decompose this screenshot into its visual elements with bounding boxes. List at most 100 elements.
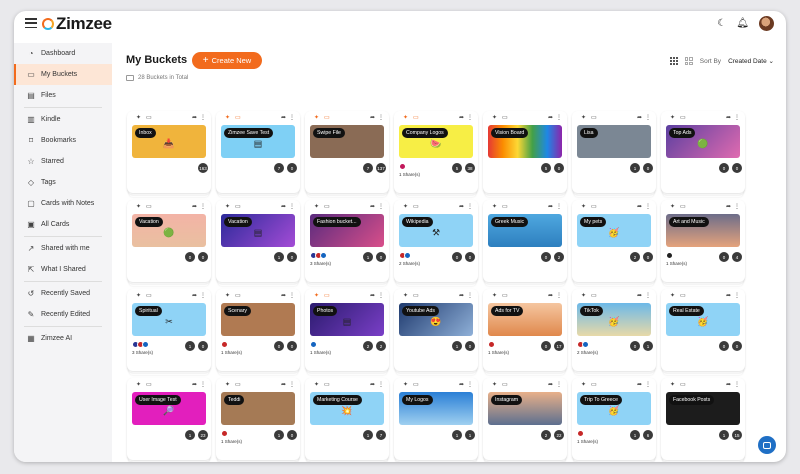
bucket-card[interactable]: ✦ ▭ ➦ ⋮ Teddi 1 Share(s) 1 0 [216,378,300,460]
bucket-thumbnail[interactable]: Instagram [488,392,562,425]
bucket-icon[interactable]: ▭ [591,292,597,299]
bucket-icon[interactable]: ▭ [591,381,597,388]
bucket-thumbnail[interactable]: Swipe File [310,125,384,158]
bucket-card[interactable]: ✦ ▭ ➦ ⋮ Real Estate 🥳 0 0 [661,289,745,371]
more-icon[interactable]: ⋮ [556,381,562,388]
more-icon[interactable]: ⋮ [734,203,740,210]
bucket-icon[interactable]: ▭ [235,292,241,299]
share-icon[interactable]: ➦ [548,203,553,210]
bucket-card[interactable]: ✦ ▭ ➦ ⋮ Trip To Greece 🥳 1 Share(s) 1 6 [572,378,656,460]
bucket-icon[interactable]: ▭ [235,203,241,210]
bucket-card[interactable]: ✦ ▭ ➦ ⋮ Vacation 🟢 0 0 [127,200,211,282]
more-icon[interactable]: ⋮ [467,292,473,299]
sidebar-item-dashboard[interactable]: ◔ Dashboard [14,43,112,64]
bucket-card[interactable]: ✦ ▭ ➦ ⋮ Wikipedia ⚒ 2 Share(s) 0 0 [394,200,478,282]
bucket-thumbnail[interactable]: Fashion bucket... [310,214,384,247]
sidebar-item-all-cards[interactable]: ▣ All Cards [14,214,112,235]
pin-icon[interactable]: ✦ [403,114,408,121]
bucket-thumbnail[interactable]: Lisa [577,125,651,158]
bucket-icon[interactable]: ▭ [502,114,508,121]
bucket-card[interactable]: ✦ ▭ ➦ ⋮ My Logos 1 1 [394,378,478,460]
bucket-card[interactable]: ✦ ▭ ➦ ⋮ Fashion bucket... 3 Share(s) 1 0 [305,200,389,282]
bucket-thumbnail[interactable]: Wikipedia ⚒ [399,214,473,247]
bucket-card[interactable]: ✦ ▭ ➦ ⋮ Facebook Posts 1 15 [661,378,745,460]
bucket-thumbnail[interactable]: Photos ▤ [310,303,384,336]
bucket-card[interactable]: ✦ ▭ ➦ ⋮ Spiritual ✂ 3 Share(s) 1 0 [127,289,211,371]
bucket-thumbnail[interactable]: Trip To Greece 🥳 [577,392,651,425]
more-icon[interactable]: ⋮ [467,114,473,121]
bucket-card[interactable]: ✦ ▭ ➦ ⋮ Ads for TV 1 Share(s) 0 17 [483,289,567,371]
share-icon[interactable]: ➦ [281,203,286,210]
pin-icon[interactable]: ✦ [492,381,497,388]
pin-icon[interactable]: ✦ [581,203,586,210]
sidebar-item-tags[interactable]: ◇ Tags [14,172,112,193]
pin-icon[interactable]: ✦ [492,114,497,121]
sort-dropdown[interactable]: Created Date ⌄ [728,57,774,65]
share-icon[interactable]: ➦ [370,292,375,299]
more-icon[interactable]: ⋮ [645,114,651,121]
bucket-card[interactable]: ✦ ▭ ➦ ⋮ Art and Music 1 Share(s) 0 4 [661,200,745,282]
share-icon[interactable]: ➦ [192,381,197,388]
bucket-thumbnail[interactable]: My pets 🥳 [577,214,651,247]
pin-icon[interactable]: ✦ [403,381,408,388]
pin-icon[interactable]: ✦ [136,381,141,388]
share-icon[interactable]: ➦ [281,114,286,121]
pin-icon[interactable]: ✦ [225,292,230,299]
bucket-card[interactable]: ✦ ▭ ➦ ⋮ Greek Music 0 2 [483,200,567,282]
bucket-icon[interactable]: ▭ [591,114,597,121]
sidebar-item-recently-edited[interactable]: ✎ Recently Edited [14,304,112,325]
bucket-thumbnail[interactable]: My Logos [399,392,473,425]
bucket-thumbnail[interactable]: Marketing Course 💥 [310,392,384,425]
more-icon[interactable]: ⋮ [556,114,562,121]
sidebar-item-recently-saved[interactable]: ↺ Recently Saved [14,283,112,304]
share-icon[interactable]: ➦ [726,203,731,210]
app-logo[interactable]: Zimzee [42,14,112,34]
more-icon[interactable]: ⋮ [378,114,384,121]
more-icon[interactable]: ⋮ [289,381,295,388]
pin-icon[interactable]: ✦ [136,292,141,299]
bucket-icon[interactable]: ▭ [413,381,419,388]
share-icon[interactable]: ➦ [726,114,731,121]
share-icon[interactable]: ➦ [192,203,197,210]
sidebar-item-files[interactable]: ▤ Files [14,85,112,106]
sidebar-item-what-i-shared[interactable]: ⇱ What I Shared [14,259,112,280]
bucket-thumbnail[interactable]: Art and Music [666,214,740,247]
share-icon[interactable]: ➦ [192,114,197,121]
bucket-icon[interactable]: ▭ [235,114,241,121]
pin-icon[interactable]: ✦ [581,381,586,388]
bucket-thumbnail[interactable]: Company Logos 🍉 [399,125,473,158]
share-icon[interactable]: ➦ [281,292,286,299]
bucket-icon[interactable]: ▭ [324,114,330,121]
pin-icon[interactable]: ✦ [670,114,675,121]
pin-icon[interactable]: ✦ [314,381,319,388]
more-icon[interactable]: ⋮ [200,114,206,121]
bucket-icon[interactable]: ▭ [146,292,152,299]
more-icon[interactable]: ⋮ [556,203,562,210]
create-new-button[interactable]: + Create New [192,52,262,69]
bucket-icon[interactable]: ▭ [324,203,330,210]
bucket-icon[interactable]: ▭ [146,203,152,210]
share-icon[interactable]: ➦ [637,114,642,121]
bucket-thumbnail[interactable]: Vision Board [488,125,562,158]
large-grid-view-icon[interactable] [684,57,693,65]
pin-icon[interactable]: ✦ [136,203,141,210]
more-icon[interactable]: ⋮ [200,203,206,210]
share-icon[interactable]: ➦ [459,114,464,121]
more-icon[interactable]: ⋮ [289,114,295,121]
share-icon[interactable]: ➦ [459,203,464,210]
pin-icon[interactable]: ✦ [314,292,319,299]
bucket-thumbnail[interactable]: Top Ads 🟢 [666,125,740,158]
chat-button[interactable] [758,436,776,454]
bucket-card[interactable]: ✦ ▭ ➦ ⋮ My pets 🥳 2 0 [572,200,656,282]
bucket-card[interactable]: ✦ ▭ ➦ ⋮ Youtube Ads 😍 1 0 [394,289,478,371]
more-icon[interactable]: ⋮ [645,381,651,388]
share-icon[interactable]: ➦ [370,114,375,121]
more-icon[interactable]: ⋮ [467,203,473,210]
moon-icon[interactable]: ☾ [717,18,726,29]
share-icon[interactable]: ➦ [637,292,642,299]
bucket-thumbnail[interactable]: Scenary [221,303,295,336]
pin-icon[interactable]: ✦ [403,203,408,210]
pin-icon[interactable]: ✦ [403,292,408,299]
bucket-card[interactable]: ✦ ▭ ➦ ⋮ Inbox 📥 163 [127,111,211,193]
bucket-thumbnail[interactable]: Teddi [221,392,295,425]
